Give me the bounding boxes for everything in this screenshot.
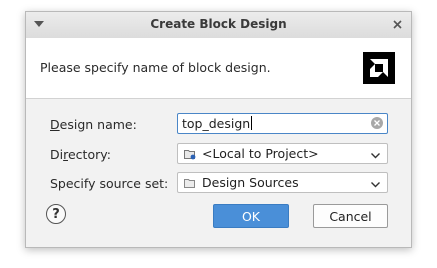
local-folder-icon <box>184 148 196 160</box>
directory-value: <Local to Project> <box>202 146 319 161</box>
text-caret <box>251 116 253 130</box>
directory-label: Directory: <box>50 147 111 162</box>
design-name-value-wrap: top_design <box>182 116 253 131</box>
amd-logo <box>363 52 395 84</box>
design-name-mnemonic: D <box>50 117 60 132</box>
directory-select[interactable]: <Local to Project> <box>177 143 388 164</box>
close-icon[interactable] <box>390 17 404 31</box>
ok-button[interactable]: OK <box>213 204 289 228</box>
design-name-label-text: esign name: <box>59 117 137 132</box>
directory-label-prefix: Di <box>50 147 64 162</box>
source-set-label: Specify source set: <box>50 176 169 191</box>
chevron-down-icon[interactable] <box>370 149 381 160</box>
help-button[interactable]: ? <box>46 204 66 224</box>
title-bar: Create Block Design <box>26 12 411 39</box>
directory-label-text: ectory: <box>67 147 111 162</box>
create-block-design-dialog: Create Block Design Please specify name … <box>25 11 412 248</box>
header-panel: Please specify name of block design. <box>26 38 411 99</box>
window-title: Create Block Design <box>150 17 287 31</box>
chevron-down-icon[interactable] <box>370 178 381 189</box>
design-name-label: Design name: <box>50 117 137 132</box>
source-set-value: Design Sources <box>202 175 299 190</box>
source-set-select[interactable]: Design Sources <box>177 172 388 193</box>
clear-icon[interactable] <box>371 117 383 129</box>
design-name-value: top_design <box>182 116 251 131</box>
cancel-button[interactable]: Cancel <box>313 204 388 228</box>
header-message: Please specify name of block design. <box>40 60 271 75</box>
design-name-input[interactable]: top_design <box>177 113 388 134</box>
folder-icon <box>184 177 196 189</box>
